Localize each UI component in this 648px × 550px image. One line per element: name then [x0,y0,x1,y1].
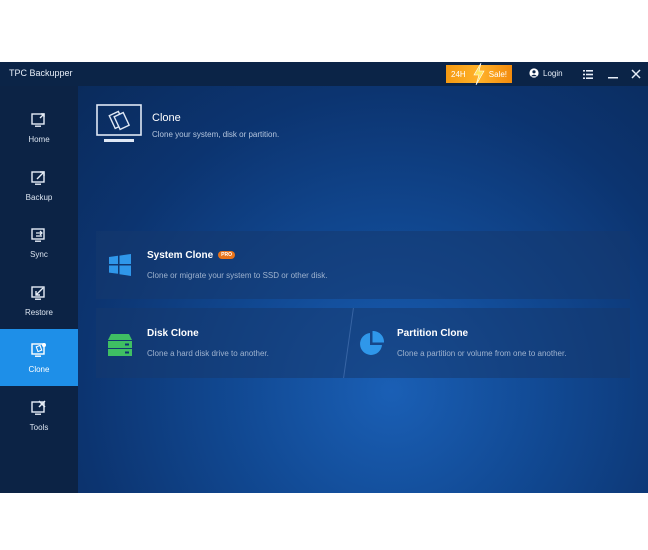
page-description: Clone your system, disk or partition. [152,130,280,139]
sidebar-item-label: Restore [24,308,53,317]
app-title: TPC Backupper [9,68,73,78]
system-clone-title-text: System Clone [147,250,214,261]
partition-clone-card[interactable]: Partition Clone Clone a partition or vol… [343,308,630,378]
page-title: Clone [152,112,181,124]
minimize-icon [608,77,618,79]
disk-clone-card[interactable]: Disk Clone Clone a hard disk drive to an… [96,308,348,378]
sale-24h-label: 24H [451,69,466,79]
sidebar-item-tools[interactable]: Tools [0,387,78,444]
sidebar-item-label: Clone [28,365,50,374]
backup-icon [31,171,45,185]
close-button[interactable] [628,66,644,82]
list-menu-icon [583,69,593,79]
pro-badge: PRO [218,251,235,260]
partition-clone-title: Partition Clone [397,328,469,339]
sync-icon [31,228,45,242]
minimize-button[interactable] [605,66,621,82]
menu-button[interactable] [580,66,596,82]
sidebar-item-backup[interactable]: Backup [0,157,78,214]
home-icon [31,113,45,127]
lightning-icon [473,63,485,85]
partition-clone-description: Clone a partition or volume from one to … [397,349,567,358]
user-icon [529,68,539,78]
title-bar: TPC Backupper 24H Sale! Login [0,62,648,86]
disk-clone-description: Clone a hard disk drive to another. [147,349,269,358]
sidebar: Home Backup Sync Restore Clone Tools [0,86,78,493]
system-clone-description: Clone or migrate your system to SSD or o… [147,271,328,280]
sale-banner-button[interactable]: 24H Sale! [446,63,512,85]
sidebar-item-sync[interactable]: Sync [0,214,78,271]
clone-icon [31,343,46,357]
pie-chart-icon [360,331,385,355]
login-label: Login [543,68,563,78]
sidebar-item-restore[interactable]: Restore [0,272,78,329]
tools-icon [31,400,46,415]
sidebar-item-label: Backup [25,193,53,202]
clone-monitor-icon [96,104,142,142]
main-panel: Clone Clone your system, disk or partiti… [78,86,648,493]
sidebar-item-label: Tools [29,423,49,432]
sidebar-item-clone[interactable]: Clone [0,329,78,386]
sale-label: Sale! [488,69,507,79]
sidebar-item-label: Home [28,135,50,144]
close-icon [631,69,641,79]
system-clone-title: System Clone PRO [147,250,235,261]
sidebar-item-home[interactable]: Home [0,99,78,156]
sidebar-item-label: Sync [30,250,48,259]
restore-icon [31,286,45,300]
disk-icon [108,334,132,356]
system-clone-card[interactable]: System Clone PRO Clone or migrate your sy… [96,231,630,299]
disk-clone-title: Disk Clone [147,328,199,339]
login-button[interactable]: Login [529,68,563,78]
app-window: TPC Backupper 24H Sale! Login Home Backu… [0,62,648,493]
windows-icon [109,254,131,276]
